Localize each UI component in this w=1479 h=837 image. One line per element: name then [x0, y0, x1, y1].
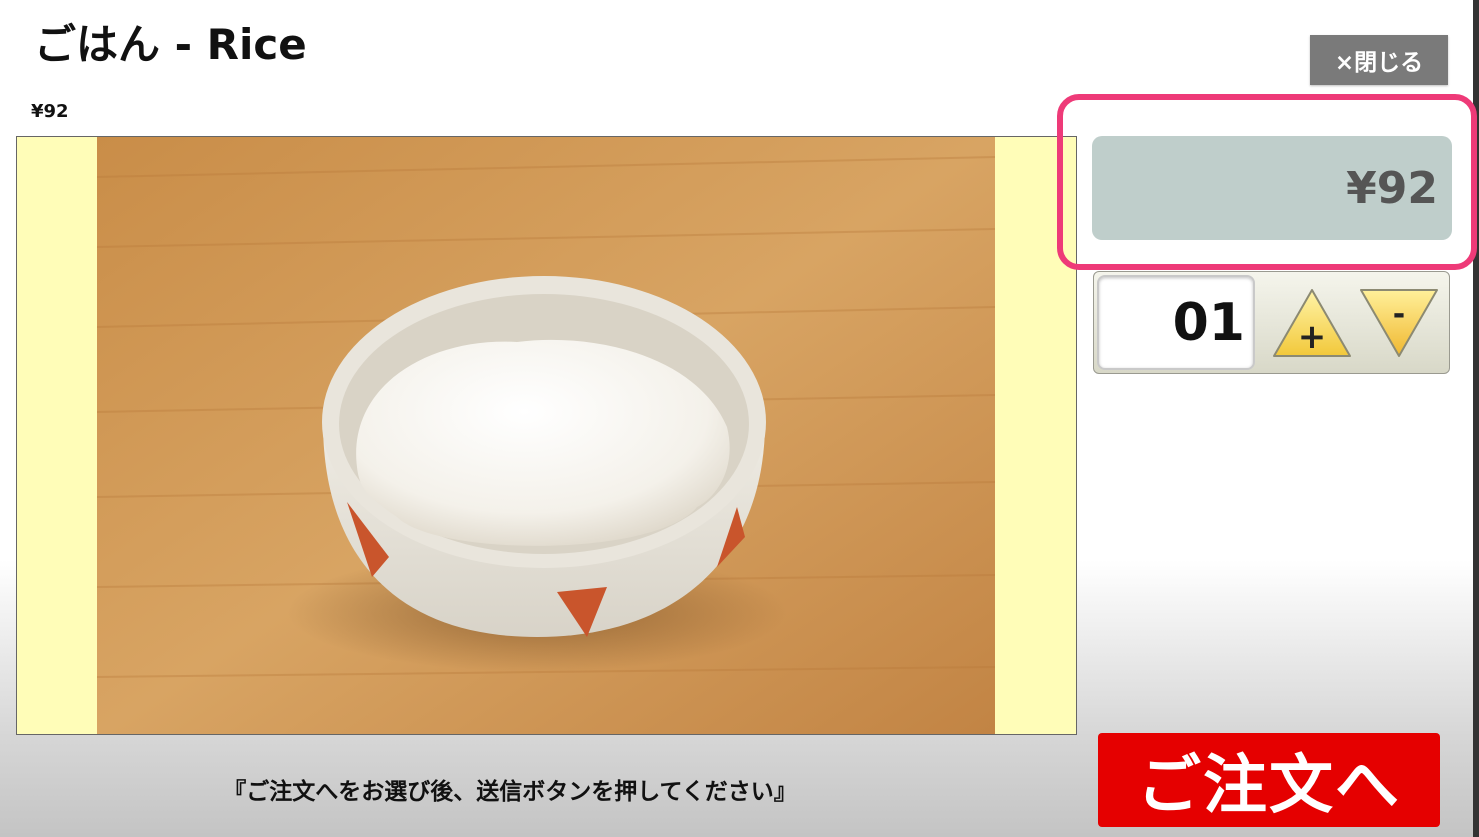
- minus-triangle-icon: -: [1360, 289, 1438, 357]
- minus-label: -: [1393, 297, 1405, 332]
- plus-triangle-icon: +: [1273, 289, 1351, 357]
- decrement-button[interactable]: -: [1357, 286, 1441, 360]
- quantity-stepper: + -: [1093, 271, 1450, 374]
- plus-label: +: [1298, 317, 1327, 357]
- order-button[interactable]: ご注文へ: [1098, 733, 1440, 827]
- instructions-text: 『ご注文へをお選び後、送信ボタンを押してください』: [223, 779, 797, 805]
- item-price: ¥92: [31, 101, 69, 122]
- item-image-frame: [16, 136, 1077, 735]
- item-title: ごはん - Rice: [34, 20, 307, 69]
- quantity-input[interactable]: [1097, 275, 1255, 370]
- total-price-display: ¥92: [1092, 136, 1452, 240]
- rice-bowl-image: [97, 137, 995, 734]
- close-button[interactable]: ×閉じる: [1310, 35, 1448, 85]
- increment-button[interactable]: +: [1270, 286, 1354, 360]
